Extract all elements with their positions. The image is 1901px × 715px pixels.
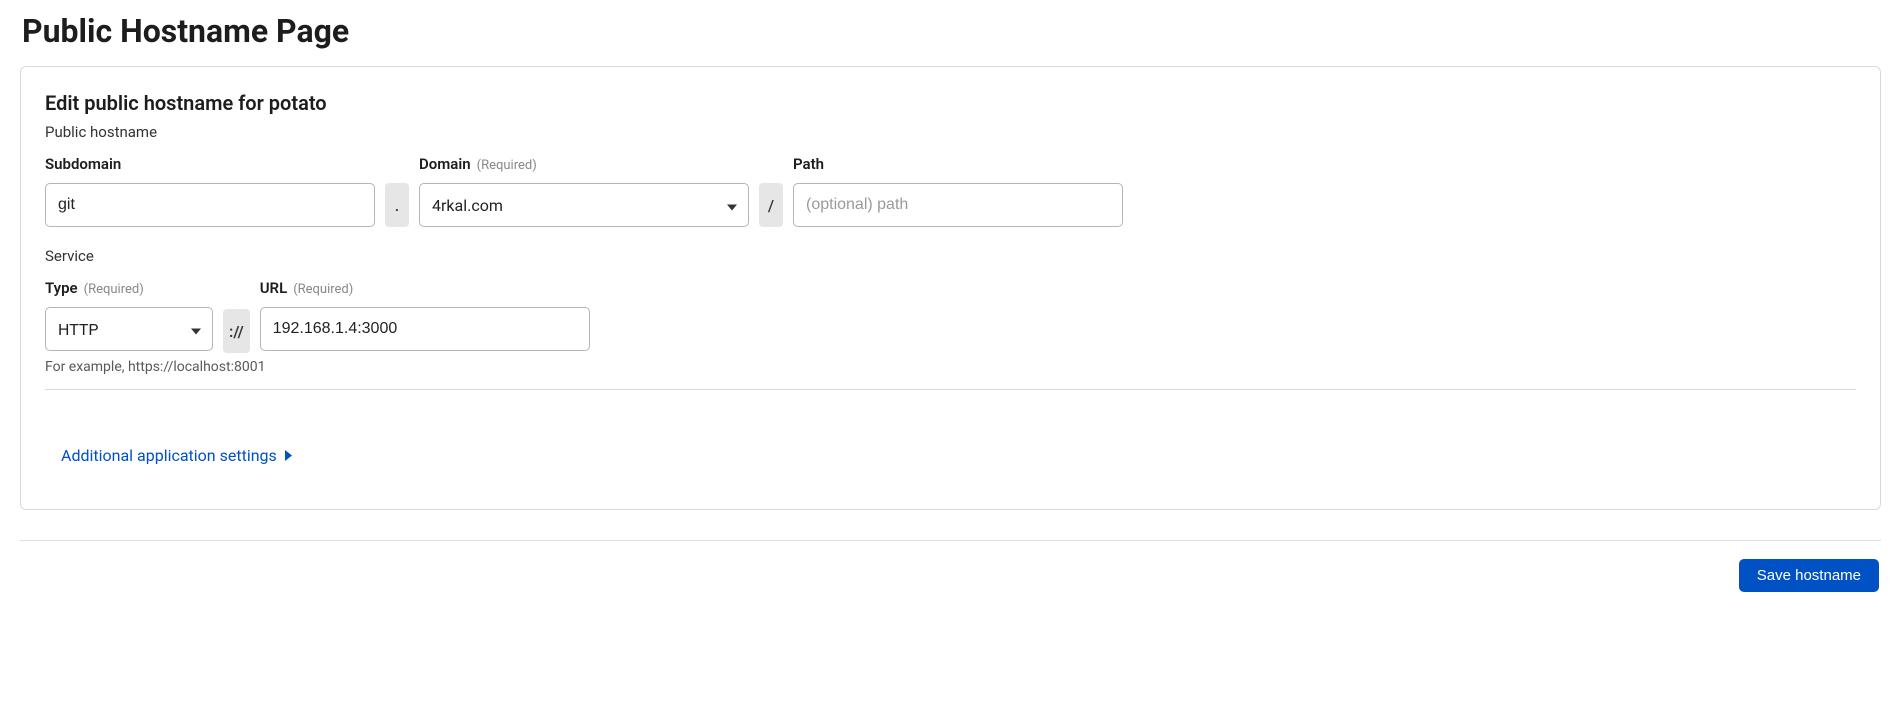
subdomain-label-text: Subdomain xyxy=(45,155,121,173)
url-label-text: URL xyxy=(260,279,288,297)
chevron-right-icon xyxy=(285,446,292,465)
type-field: Type (Required) HTTP xyxy=(45,279,213,351)
url-required-tag: (Required) xyxy=(293,282,353,297)
additional-settings-toggle[interactable]: Additional application settings xyxy=(61,446,292,465)
subdomain-field: Subdomain xyxy=(45,155,375,227)
subdomain-label: Subdomain xyxy=(45,155,375,173)
card-title: Edit public hostname for potato xyxy=(45,91,1856,115)
path-label-text: Path xyxy=(793,155,824,173)
card-divider xyxy=(45,389,1856,390)
type-label-text: Type xyxy=(45,279,78,297)
footer: Save hostname xyxy=(20,559,1881,612)
path-input[interactable] xyxy=(793,183,1123,227)
additional-settings-label: Additional application settings xyxy=(61,446,277,465)
path-label: Path xyxy=(793,155,1123,173)
protocol-separator-col: :// xyxy=(223,279,250,353)
slash-separator: / xyxy=(759,183,783,227)
domain-select[interactable]: 4rkal.com xyxy=(419,183,749,227)
hostname-row: Subdomain . Domain (Required) 4rkal.com … xyxy=(45,155,1856,227)
hostname-card: Edit public hostname for potato Public h… xyxy=(20,66,1881,510)
url-input[interactable] xyxy=(260,307,590,351)
footer-divider xyxy=(20,540,1881,541)
url-label: URL (Required) xyxy=(260,279,590,297)
url-field: URL (Required) xyxy=(260,279,590,351)
service-hint: For example, https://localhost:8001 xyxy=(45,359,1856,375)
dot-separator: . xyxy=(385,183,409,227)
page-title: Public Hostname Page xyxy=(22,12,1881,50)
domain-label: Domain (Required) xyxy=(419,155,749,173)
subdomain-input[interactable] xyxy=(45,183,375,227)
protocol-separator: :// xyxy=(223,309,250,353)
public-hostname-section-label: Public hostname xyxy=(45,123,1856,141)
type-required-tag: (Required) xyxy=(84,282,144,297)
domain-label-text: Domain xyxy=(419,155,471,173)
service-section-label: Service xyxy=(45,247,1856,265)
domain-field: Domain (Required) 4rkal.com xyxy=(419,155,749,227)
type-select-value: HTTP xyxy=(45,307,213,351)
type-select[interactable]: HTTP xyxy=(45,307,213,351)
path-field: Path xyxy=(793,155,1123,227)
type-label: Type (Required) xyxy=(45,279,213,297)
domain-select-value: 4rkal.com xyxy=(419,183,749,227)
domain-required-tag: (Required) xyxy=(477,158,537,173)
save-hostname-button[interactable]: Save hostname xyxy=(1739,559,1879,592)
service-row: Type (Required) HTTP :// URL (Required) xyxy=(45,279,1856,353)
